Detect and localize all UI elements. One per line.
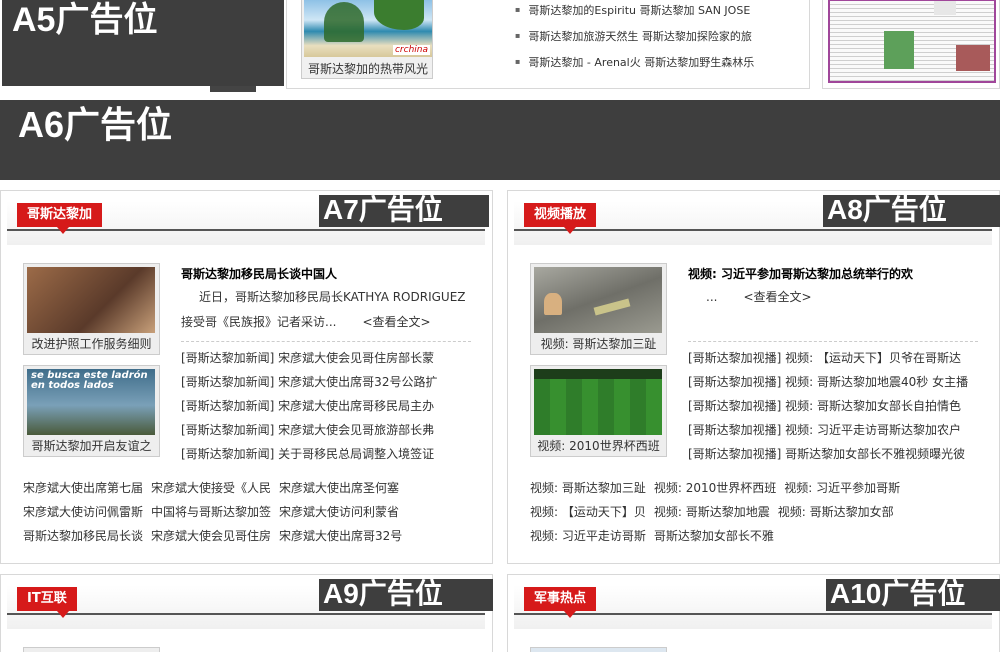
panel-divider — [7, 229, 485, 231]
bottom-link[interactable]: 哥斯达黎加移民局长谈 — [23, 529, 143, 543]
bottom-link[interactable]: 宋彦斌大使会见哥住房 — [151, 529, 271, 543]
bottom-link[interactable]: 宋彦斌大使访问佩雷斯 — [23, 505, 143, 519]
dashed-divider — [688, 341, 978, 342]
military-panel: 军事热点 A10广告位 — [507, 574, 1000, 652]
dashed-divider — [181, 341, 471, 342]
palm-shape — [374, 0, 424, 30]
photo-card-top — [23, 647, 160, 652]
bottom-link[interactable]: 宋彦斌大使出席圣何塞 — [279, 481, 399, 495]
bottom-link-row: 视频: 习近平走访哥斯 哥斯达黎加女部长不雅 — [530, 524, 990, 548]
bottom-link[interactable]: 视频: 习近平参加哥斯 — [784, 481, 900, 495]
bottom-link-row: 宋彦斌大使出席第七届 宋彦斌大使接受《人民 宋彦斌大使出席圣何塞 — [23, 476, 483, 500]
photo-sign-text: se busca este ladrón en todos lados — [31, 370, 148, 391]
news-list-item[interactable]: [哥斯达黎加视播] 视频: 【运动天下】贝爷在哥斯达 — [688, 346, 982, 370]
news-list-item[interactable]: [哥斯达黎加新闻] 宋彦斌大使出席哥32号公路扩 — [181, 370, 471, 394]
beach-photo[interactable]: crchina — [304, 0, 432, 57]
featured-headline[interactable]: 哥斯达黎加移民局长谈中国人 — [181, 265, 337, 282]
news-photo-caption[interactable]: 哥斯达黎加开启友谊之 — [27, 435, 156, 457]
panel-divider — [514, 229, 992, 231]
top-bullet-list: 哥斯达黎加的Espiritu 哥斯达黎加 SAN JOSE 哥斯达黎加旅游天然生… — [515, 3, 805, 81]
costa-rica-news-panel: 哥斯达黎加 A7广告位 改进护照工作服务细则 se busca este lad… — [0, 190, 493, 564]
bottom-link[interactable]: 宋彦斌大使出席哥32号 — [279, 529, 402, 543]
video-thumbnail[interactable] — [534, 369, 662, 435]
bottom-link[interactable]: 视频: 习近平走访哥斯 — [530, 529, 646, 543]
panel-tag[interactable]: IT互联 — [17, 587, 77, 618]
video-panel: 视频播放 A8广告位 视频: 哥斯达黎加三趾 视频: 2010世界杯西班 视频:… — [507, 190, 1000, 564]
bottom-link[interactable]: 宋彦斌大使接受《人民 — [151, 481, 271, 495]
photo-card-top — [530, 647, 667, 652]
top-photo-card[interactable]: crchina 哥斯达黎加的热带风光 — [301, 0, 433, 79]
ad-slot-a9[interactable]: A9广告位 — [319, 579, 493, 611]
thumbnail-figure — [544, 293, 562, 315]
bottom-link[interactable]: 中国将与哥斯达黎加签 — [151, 505, 271, 519]
bottom-link-row: 宋彦斌大使访问佩雷斯 中国将与哥斯达黎加签 宋彦斌大使访问利蒙省 — [23, 500, 483, 524]
bottom-link[interactable]: 宋彦斌大使访问利蒙省 — [279, 505, 399, 519]
bottom-link[interactable]: 视频: 哥斯达黎加三趾 — [530, 481, 646, 495]
panel-tag[interactable]: 视频播放 — [524, 203, 597, 234]
top-photo-caption[interactable]: 哥斯达黎加的热带风光 — [302, 58, 434, 80]
read-more-link[interactable]: <查看全文> — [362, 315, 430, 329]
ad-slot-a10[interactable]: A10广告位 — [826, 579, 1000, 611]
top-bullet-item[interactable]: 哥斯达黎加的Espiritu 哥斯达黎加 SAN JOSE — [515, 3, 805, 29]
bottom-link[interactable]: 视频: 哥斯达黎加地震 — [654, 505, 770, 519]
panel-tag[interactable]: 哥斯达黎加 — [17, 203, 103, 234]
ad-slot-a5[interactable]: A5广告位 — [2, 0, 284, 86]
featured-summary-text: ... — [706, 290, 718, 304]
newspaper-photo — [934, 1, 956, 15]
news-photo[interactable] — [27, 267, 155, 333]
featured-summary: ... <查看全文> — [688, 285, 976, 310]
video-photo-card[interactable]: 视频: 2010世界杯西班 — [530, 365, 667, 457]
video-photo-card[interactable]: 视频: 哥斯达黎加三趾 — [530, 263, 667, 355]
ad-shadow — [210, 86, 256, 92]
news-list-item[interactable]: [哥斯达黎加新闻] 宋彦斌大使出席哥移民局主办 — [181, 394, 471, 418]
thumbnail-figure — [593, 298, 631, 316]
top-bullet-item[interactable]: 哥斯达黎加旅游天然生 哥斯达黎加探险家的旅 — [515, 29, 805, 55]
photo-watermark: crchina — [392, 45, 430, 55]
video-caption[interactable]: 视频: 2010世界杯西班 — [534, 435, 663, 457]
bottom-link-row: 哥斯达黎加移民局长谈 宋彦斌大使会见哥住房 宋彦斌大使出席哥32号 — [23, 524, 483, 548]
bottom-link-row: 视频: 【运动天下】贝 视频: 哥斯达黎加地震 视频: 哥斯达黎加女部 — [530, 500, 990, 524]
news-photo-card[interactable]: 改进护照工作服务细则 — [23, 263, 160, 355]
palm-shape — [324, 2, 364, 42]
ad-slot-a8[interactable]: A8广告位 — [823, 195, 1000, 227]
panel-divider — [7, 613, 485, 615]
bottom-link[interactable]: 视频: 2010世界杯西班 — [654, 481, 776, 495]
featured-headline[interactable]: 视频: 习近平参加哥斯达黎加总统举行的欢 — [688, 265, 913, 282]
ad-slot-a7[interactable]: A7广告位 — [319, 195, 489, 227]
panel-divider — [514, 613, 992, 615]
newspaper-photo — [956, 45, 990, 71]
news-list-item[interactable]: [哥斯达黎加视播] 哥斯达黎加女部长不雅视频曝光彼 — [688, 442, 982, 466]
top-scenery-box: crchina 哥斯达黎加的热带风光 哥斯达黎加的Espiritu 哥斯达黎加 … — [286, 0, 810, 89]
read-more-link[interactable]: <查看全文> — [743, 290, 811, 304]
newspaper-box — [822, 0, 1000, 89]
video-news-list: [哥斯达黎加视播] 视频: 【运动天下】贝爷在哥斯达 [哥斯达黎加视播] 视频:… — [688, 346, 982, 466]
newspaper-photo — [884, 31, 914, 69]
news-photo-card[interactable]: se busca este ladrón en todos lados 哥斯达黎… — [23, 365, 160, 457]
bottom-link-row: 视频: 哥斯达黎加三趾 视频: 2010世界杯西班 视频: 习近平参加哥斯 — [530, 476, 990, 500]
newspaper-image[interactable] — [828, 0, 996, 83]
top-bullet-item[interactable]: 哥斯达黎加 - Arenal火 哥斯达黎加野生森林乐 — [515, 55, 805, 81]
bottom-link[interactable]: 宋彦斌大使出席第七届 — [23, 481, 143, 495]
thumbnail-stands — [534, 369, 662, 379]
news-list-item[interactable]: [哥斯达黎加视播] 视频: 习近平走访哥斯达黎加农户 — [688, 418, 982, 442]
news-list-item[interactable]: [哥斯达黎加新闻] 宋彦斌大使会见哥旅游部长弗 — [181, 418, 471, 442]
news-list: [哥斯达黎加新闻] 宋彦斌大使会见哥住房部长蒙 [哥斯达黎加新闻] 宋彦斌大使出… — [181, 346, 471, 466]
news-photo-caption[interactable]: 改进护照工作服务细则 — [27, 333, 156, 355]
it-panel: IT互联 A9广告位 — [0, 574, 493, 652]
featured-summary: 近日，哥斯达黎加移民局长KATHYA RODRIGUEZ接受哥《民族报》记者采访… — [181, 285, 469, 335]
panel-tag[interactable]: 军事热点 — [524, 587, 597, 618]
news-list-item[interactable]: [哥斯达黎加视播] 视频: 哥斯达黎加女部长自拍情色 — [688, 394, 982, 418]
ad-slot-a6[interactable]: A6广告位 — [0, 100, 1000, 180]
news-photo[interactable]: se busca este ladrón en todos lados — [27, 369, 155, 435]
news-list-item[interactable]: [哥斯达黎加新闻] 关于哥移民总局调整入境签证 — [181, 442, 471, 466]
video-thumbnail[interactable] — [534, 267, 662, 333]
bottom-link[interactable]: 哥斯达黎加女部长不雅 — [654, 529, 774, 543]
bottom-link[interactable]: 视频: 哥斯达黎加女部 — [778, 505, 894, 519]
bottom-link[interactable]: 视频: 【运动天下】贝 — [530, 505, 646, 519]
news-list-item[interactable]: [哥斯达黎加新闻] 宋彦斌大使会见哥住房部长蒙 — [181, 346, 471, 370]
video-caption[interactable]: 视频: 哥斯达黎加三趾 — [534, 333, 663, 355]
news-list-item[interactable]: [哥斯达黎加视播] 视频: 哥斯达黎加地震40秒 女主播 — [688, 370, 982, 394]
